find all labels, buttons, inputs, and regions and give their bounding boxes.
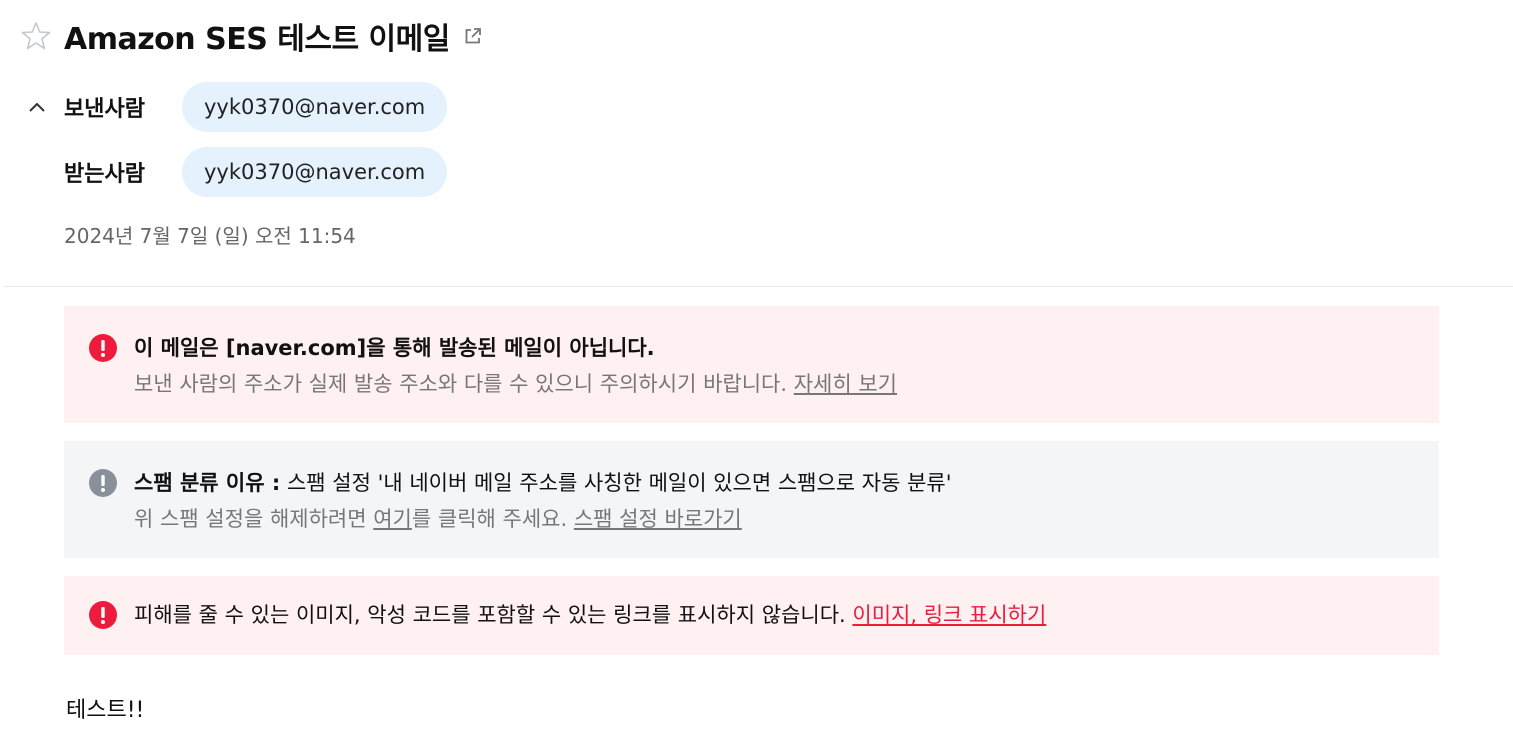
spam-reason-line: 스팸 분류 이유 : 스팸 설정 '내 네이버 메일 주소를 사칭한 메일이 있…	[134, 465, 952, 501]
sender-warning-subtext: 보낸 사람의 주소가 실제 발송 주소와 다를 수 있으니 주의하시기 바랍니다…	[134, 366, 897, 402]
spam-reason-value: 스팸 설정 '내 네이버 메일 주소를 사칭한 메일이 있으면 스팸으로 자동 …	[286, 471, 952, 495]
spam-settings-link[interactable]: 스팸 설정 바로가기	[574, 507, 742, 531]
content-block-text: 피해를 줄 수 있는 이미지, 악성 코드를 포함할 수 있는 링크를 표시하지…	[134, 597, 1046, 633]
mail-view: Amazon SES 테스트 이메일 보낸사람 yyk0370@naver.co…	[0, 0, 1513, 745]
show-images-links-link[interactable]: 이미지, 링크 표시하기	[852, 603, 1046, 627]
sender-warning-description: 보낸 사람의 주소가 실제 발송 주소와 다를 수 있으니 주의하시기 바랍니다…	[134, 372, 788, 396]
header-divider	[4, 286, 1513, 287]
recipient-address-chip[interactable]: yyk0370@naver.com	[182, 147, 448, 197]
info-exclamation-icon	[88, 468, 118, 498]
sender-warning-text: 이 메일은 [naver.com]을 통해 발송된 메일이 아닙니다. 보낸 사…	[134, 330, 897, 402]
here-link[interactable]: 여기	[373, 507, 412, 531]
warning-exclamation-icon	[88, 333, 118, 363]
spam-reason-text: 스팸 분류 이유 : 스팸 설정 '내 네이버 메일 주소를 사칭한 메일이 있…	[134, 465, 952, 537]
spam-reason-subtext: 위 스팸 설정을 해제하려면 여기를 클릭해 주세요. 스팸 설정 바로가기	[134, 501, 952, 537]
recipient-row: 받는사람 yyk0370@naver.com	[24, 147, 448, 197]
spam-reason-sub-suffix: 를 클릭해 주세요.	[411, 507, 568, 531]
open-new-window-icon[interactable]	[462, 25, 484, 47]
recipient-label: 받는사람	[64, 162, 145, 187]
star-icon[interactable]	[20, 20, 52, 52]
content-block-notice: 피해를 줄 수 있는 이미지, 악성 코드를 포함할 수 있는 링크를 표시하지…	[64, 576, 1439, 655]
spam-reason-sub-prefix: 위 스팸 설정을 해제하려면	[134, 507, 367, 531]
spam-reason-notice: 스팸 분류 이유 : 스팸 설정 '내 네이버 메일 주소를 사칭한 메일이 있…	[64, 441, 1439, 558]
mail-date: 2024년 7월 7일 (일) 오전 11:54	[64, 224, 356, 248]
spam-reason-title: 스팸 분류 이유 :	[134, 471, 281, 495]
sender-row: 보낸사람 yyk0370@naver.com	[24, 82, 448, 132]
mail-body: 테스트!!	[66, 698, 145, 723]
chevron-up-icon[interactable]	[24, 94, 50, 120]
content-block-description: 피해를 줄 수 있는 이미지, 악성 코드를 포함할 수 있는 링크를 표시하지…	[134, 603, 846, 627]
sender-warning-notice: 이 메일은 [naver.com]을 통해 발송된 메일이 아닙니다. 보낸 사…	[64, 306, 1439, 423]
sender-address-chip[interactable]: yyk0370@naver.com	[182, 82, 448, 132]
subject-row: Amazon SES 테스트 이메일	[20, 14, 484, 58]
warning-exclamation-icon	[88, 600, 118, 630]
sender-label: 보낸사람	[64, 97, 145, 122]
mail-subject: Amazon SES 테스트 이메일	[64, 22, 450, 57]
sender-warning-title: 이 메일은 [naver.com]을 통해 발송된 메일이 아닙니다.	[134, 336, 655, 360]
details-link[interactable]: 자세히 보기	[794, 372, 897, 396]
